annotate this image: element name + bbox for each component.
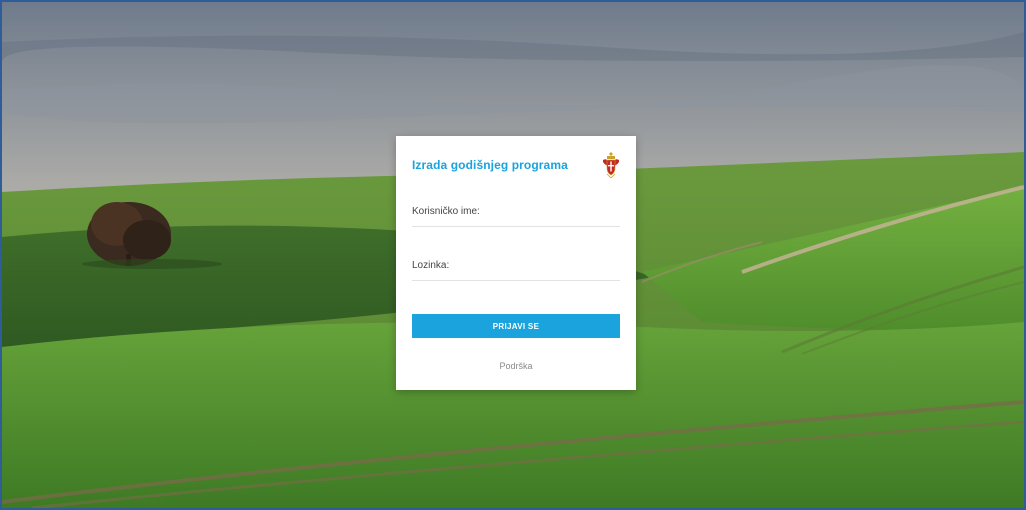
login-card: Izrada godišnjeg programa Korisničko ime… <box>396 136 636 390</box>
support-link[interactable]: Podrška <box>396 361 636 371</box>
password-input[interactable] <box>482 256 620 280</box>
password-label: Lozinka: <box>412 260 450 271</box>
login-title: Izrada godišnjeg programa <box>412 158 568 172</box>
username-input[interactable] <box>482 202 620 226</box>
login-button[interactable]: PRIJAVI SE <box>412 314 620 338</box>
app-window: Izrada godišnjeg programa Korisničko ime… <box>0 0 1026 510</box>
coat-of-arms-icon <box>603 152 619 178</box>
password-field: Lozinka: <box>412 256 620 281</box>
username-label: Korisničko ime: <box>412 206 480 217</box>
card-header: Izrada godišnjeg programa <box>412 150 620 180</box>
username-field: Korisničko ime: <box>412 202 620 227</box>
